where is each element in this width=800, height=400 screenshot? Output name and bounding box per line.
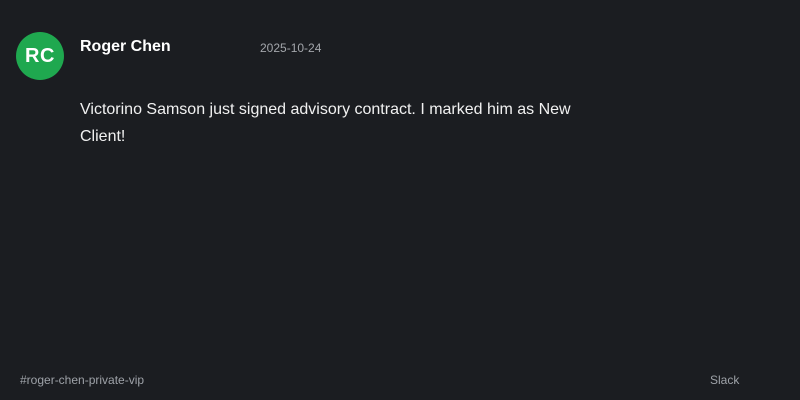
author-name[interactable]: Roger Chen (80, 37, 171, 57)
avatar-initials: RC (25, 44, 55, 67)
avatar[interactable]: RC (16, 32, 64, 80)
message: RC Roger Chen 2025-10-24 Victorino Samso… (0, 0, 800, 360)
message-body: Victorino Samson just signed advisory co… (80, 101, 571, 145)
channel-name[interactable]: #roger-chen-private-vip (20, 372, 144, 388)
message-header: Roger Chen 2025-10-24 (80, 37, 720, 59)
message-timestamp[interactable]: 2025-10-24 (260, 40, 321, 56)
footer: #roger-chen-private-vip Slack (0, 360, 800, 400)
app-name: Slack (710, 373, 740, 387)
